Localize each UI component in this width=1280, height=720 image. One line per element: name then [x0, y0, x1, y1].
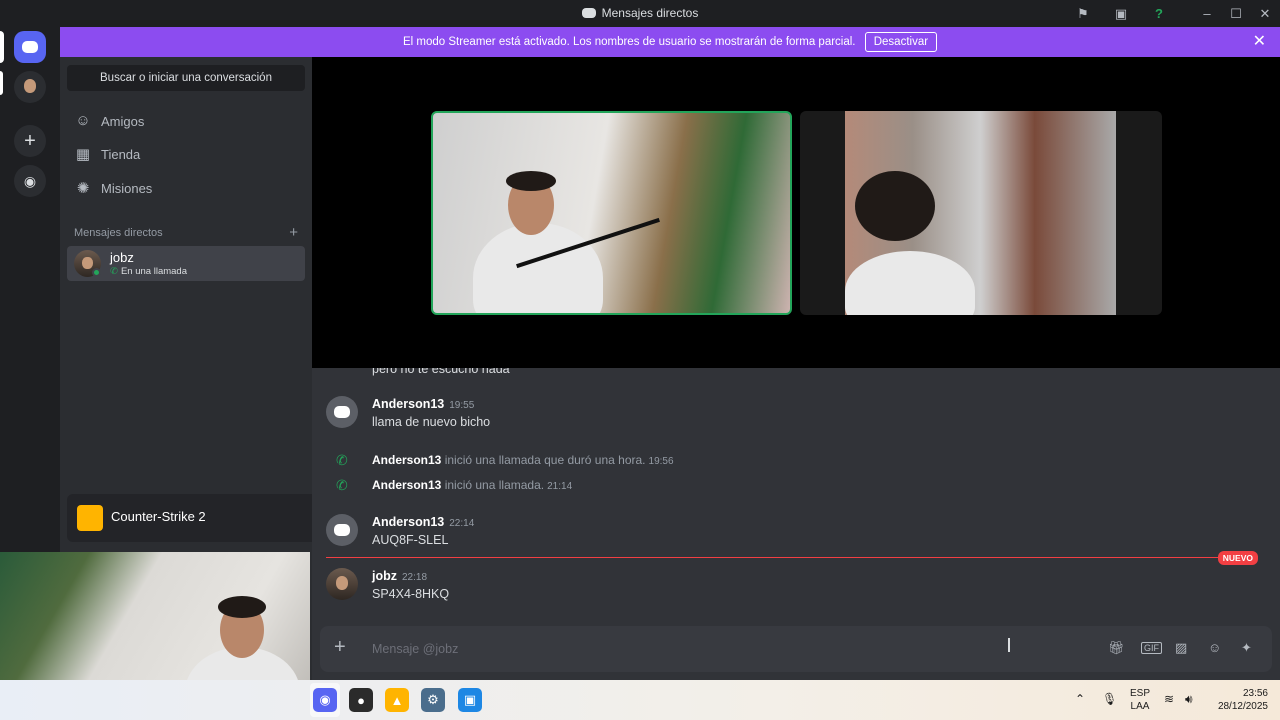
- dm-status: ✆ En una llamada: [110, 266, 187, 277]
- new-badge: NUEVO: [1217, 551, 1258, 565]
- taskbar: ◉ ● ▲ ⚙ ▣ ⌃ 🎙︎ ESP LAA ≋ 🔊︎ 23:56 28/12/…: [0, 680, 1280, 720]
- message-text: llama de nuevo bicho: [372, 415, 491, 429]
- system-message: Anderson13 inició una llamada. 21:14: [372, 478, 573, 492]
- window-title: Mensajes directos: [601, 6, 699, 20]
- system-message: Anderson13 inició una llamada que duró u…: [372, 453, 674, 467]
- discord-logo-icon: [581, 8, 596, 18]
- message-time: 22:14: [449, 518, 475, 529]
- close-banner-icon[interactable]: ✕: [1253, 27, 1266, 57]
- message-time: 22:18: [402, 572, 428, 583]
- message-input[interactable]: Mensaje @jobz: [372, 642, 458, 656]
- discord-logo-icon: [334, 524, 350, 536]
- settings-taskbar-icon[interactable]: ⚙: [421, 688, 445, 712]
- home-button[interactable]: [14, 31, 46, 63]
- add-attachment-icon[interactable]: +: [334, 636, 346, 659]
- nav-friends-label: Amigos: [101, 113, 145, 129]
- video-call-area: [312, 57, 1280, 368]
- banner-text: El modo Streamer está activado. Los nomb…: [402, 36, 856, 48]
- unread-pill: [0, 71, 3, 95]
- inbox-flag-icon[interactable]: ⚑: [1073, 4, 1093, 24]
- gift-icon[interactable]: 🎁︎: [1108, 640, 1125, 656]
- video-tile-jobz[interactable]: [800, 111, 1162, 315]
- message-author[interactable]: Anderson13 22:14: [372, 515, 474, 529]
- sticker-icon[interactable]: ▨: [1175, 640, 1187, 656]
- phone-icon: ✆: [336, 477, 348, 493]
- wifi-icon[interactable]: ≋: [1164, 692, 1174, 706]
- minimize-button[interactable]: –: [1197, 4, 1217, 24]
- phone-icon: ✆: [110, 266, 118, 277]
- game-name: Counter-Strike 2: [111, 509, 206, 524]
- message-author[interactable]: jobz 22:18: [372, 569, 427, 583]
- add-server-icon[interactable]: +: [14, 125, 46, 157]
- language-indicator[interactable]: ESP LAA: [1126, 688, 1154, 712]
- counter-strike-icon: [77, 505, 103, 531]
- dm-avatar-button[interactable]: [14, 71, 46, 103]
- app-taskbar-icon[interactable]: ▣: [458, 688, 482, 712]
- emoji-icon[interactable]: ☺: [1208, 640, 1221, 655]
- dm-item-jobz[interactable]: jobz ✆ En una llamada: [67, 246, 305, 281]
- apps-icon[interactable]: ✦: [1241, 640, 1252, 656]
- message-time: 19:55: [449, 400, 475, 411]
- create-dm-icon[interactable]: +: [289, 224, 298, 241]
- deactivate-button[interactable]: Desactivar: [864, 32, 938, 52]
- partial-message: pero no te escucho nada: [372, 368, 510, 376]
- nav-quests[interactable]: ✺ Misiones: [74, 175, 153, 201]
- title-bar: Mensajes directos ⚑ ▣ ? – ☐ ✕: [0, 0, 1280, 27]
- discord-logo-icon: [22, 41, 38, 53]
- gif-icon[interactable]: GIF: [1141, 642, 1162, 654]
- search-input[interactable]: Buscar o iniciar una conversación: [67, 65, 305, 91]
- dm-header: Mensajes directos +: [74, 224, 298, 241]
- clock[interactable]: 23:56 28/12/2025: [1210, 688, 1268, 712]
- dm-status-label: En una llamada: [120, 266, 187, 277]
- screen-share-icon[interactable]: ▣: [1111, 4, 1131, 24]
- shop-icon: ▦: [75, 146, 91, 163]
- message-author[interactable]: Anderson13 19:55: [372, 397, 474, 411]
- avatar[interactable]: [326, 568, 358, 600]
- close-window-button[interactable]: ✕: [1255, 4, 1275, 24]
- message-text: AUQ8F-SLEL: [372, 533, 449, 547]
- online-status-icon: [92, 268, 101, 277]
- quests-icon: ✺: [76, 180, 90, 197]
- maximize-button[interactable]: ☐: [1226, 4, 1246, 24]
- volume-icon[interactable]: 🔊︎: [1185, 692, 1193, 707]
- new-messages-divider: [326, 557, 1256, 558]
- counter-strike-taskbar-icon[interactable]: ▲: [385, 688, 409, 712]
- chat-area: pero no te escucho nada Anderson13 19:55 …: [312, 368, 1280, 680]
- discord-logo-icon: [334, 406, 350, 418]
- nav-shop-label: Tienda: [101, 146, 141, 162]
- help-icon[interactable]: ?: [1149, 4, 1169, 24]
- obs-taskbar-icon[interactable]: ●: [349, 688, 373, 712]
- discover-icon[interactable]: ◉: [14, 165, 46, 197]
- selected-pill: [0, 31, 4, 63]
- nav-friends[interactable]: ☺ Amigos: [74, 108, 144, 134]
- discord-taskbar-icon[interactable]: ◉: [313, 688, 337, 712]
- dm-name: jobz: [110, 250, 134, 265]
- video-tile-self[interactable]: [431, 111, 792, 315]
- message-text: SP4X4-8HKQ: [372, 587, 450, 601]
- message-composer: + Mensaje @jobz 🎁︎ GIF ▨ ☺ ✦: [320, 626, 1272, 672]
- streamer-mode-banner: El modo Streamer está activado. Los nomb…: [60, 27, 1280, 57]
- dm-header-label: Mensajes directos: [74, 227, 163, 239]
- avatar[interactable]: [326, 514, 358, 546]
- phone-icon: ✆: [336, 452, 348, 468]
- chevron-up-icon[interactable]: ⌃: [1075, 692, 1085, 706]
- nav-shop[interactable]: ▦ Tienda: [74, 141, 140, 167]
- friends-icon: ☺: [75, 112, 91, 129]
- text-cursor: [1008, 638, 1010, 652]
- nav-quests-label: Misiones: [101, 180, 153, 196]
- avatar[interactable]: [326, 396, 358, 428]
- microphone-icon[interactable]: 🎙︎: [1102, 692, 1117, 706]
